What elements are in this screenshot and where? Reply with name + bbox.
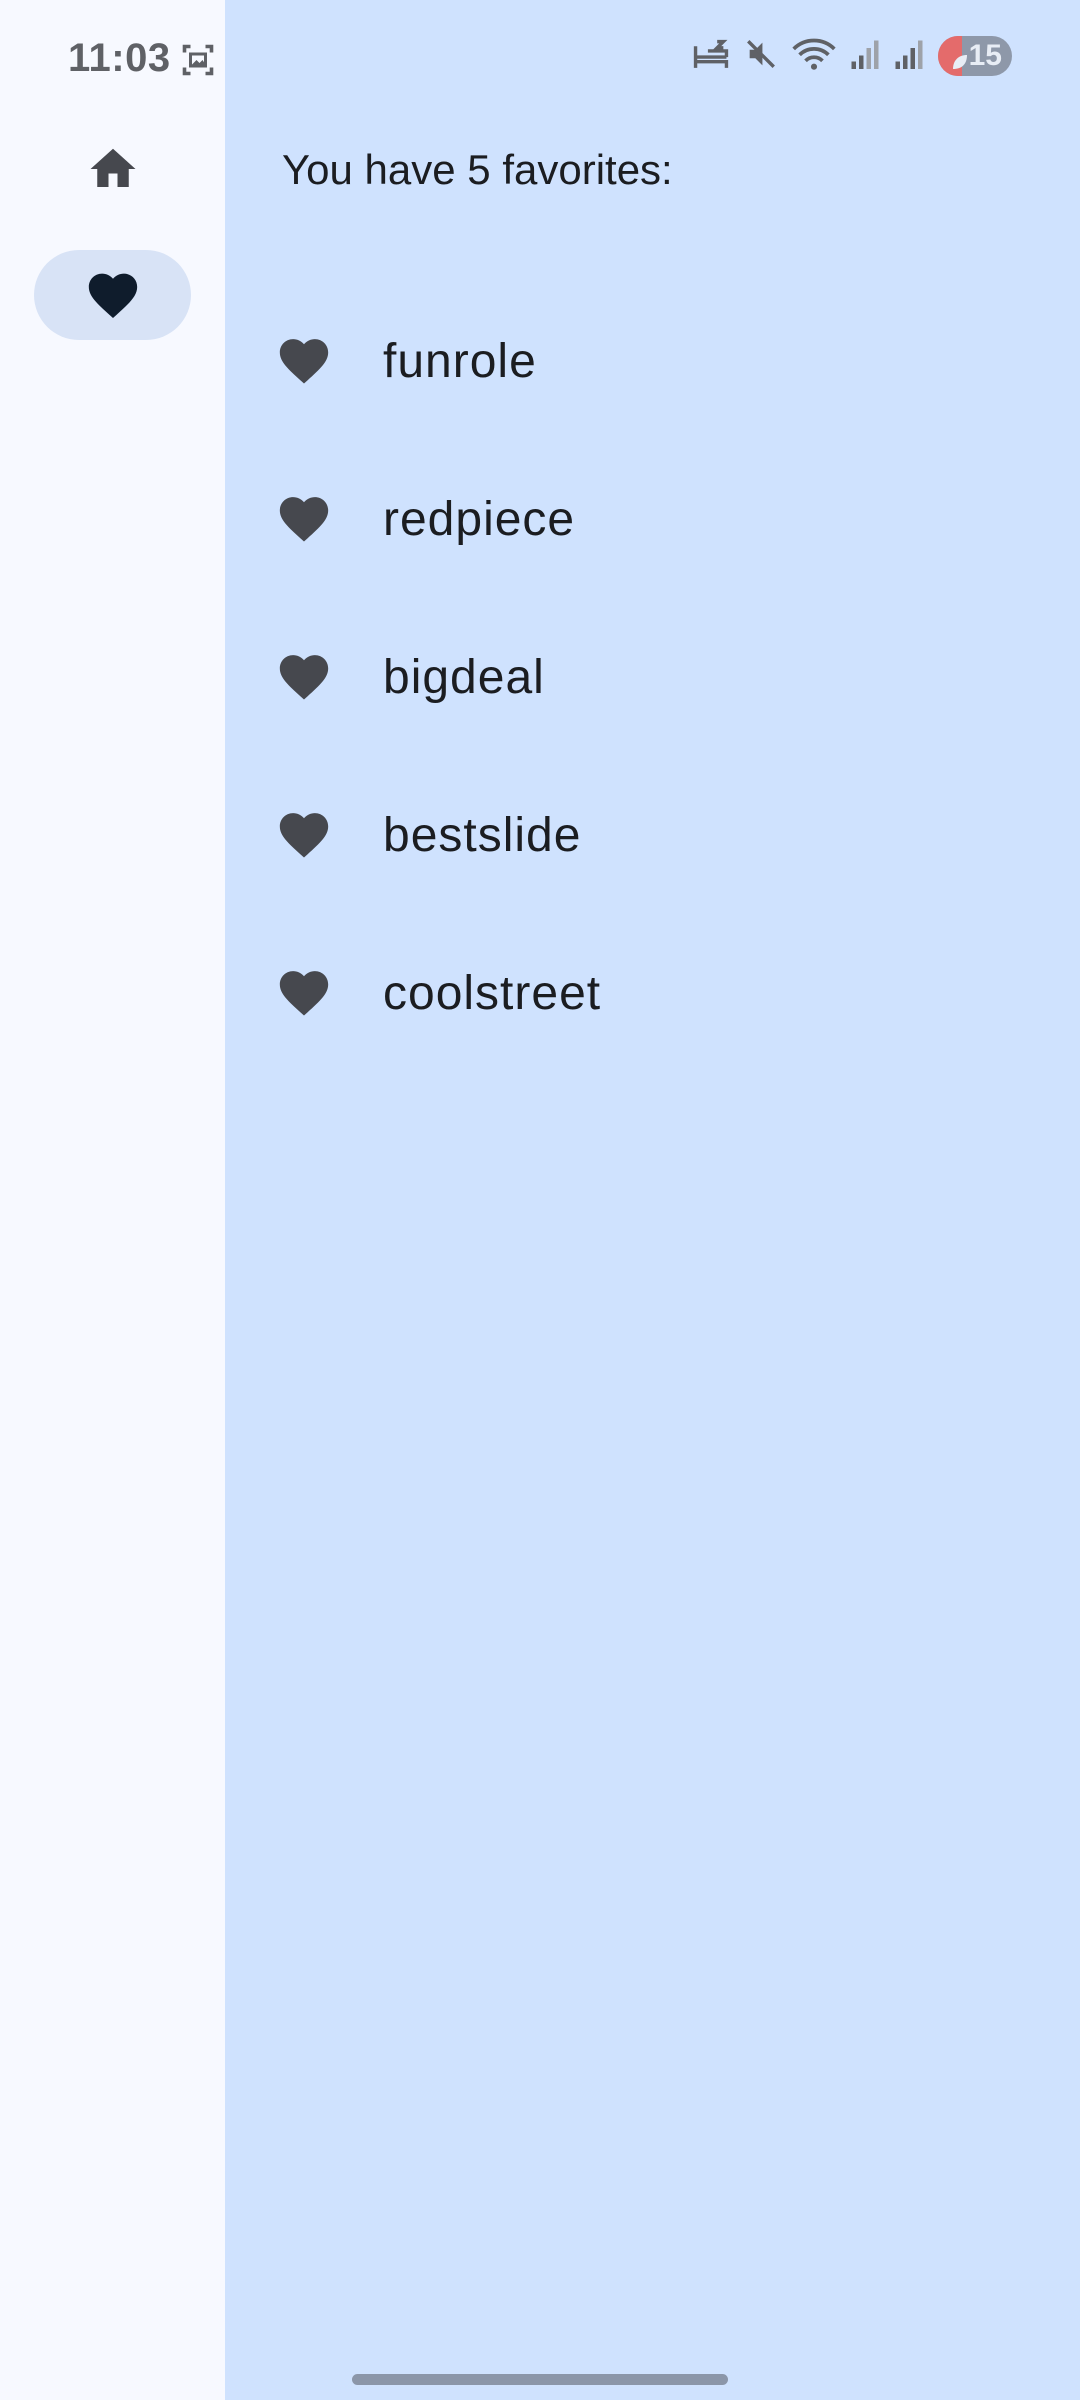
screenshot-icon (180, 42, 216, 83)
battery-saver-icon (950, 46, 970, 80)
nav-favorites-button[interactable] (34, 250, 191, 340)
signal-icon (894, 37, 924, 76)
nav-home-button[interactable] (34, 126, 191, 216)
battery-indicator: 15 (938, 36, 1012, 76)
list-item[interactable]: bigdeal (225, 598, 1080, 756)
home-icon (85, 142, 141, 201)
favorites-header: You have 5 favorites: (282, 146, 673, 193)
list-item[interactable]: funrole (225, 282, 1080, 440)
favorites-list: funrole redpiece bigdeal bestslide cools… (225, 282, 1080, 1072)
status-time: 11:03 (68, 36, 171, 80)
heart-icon (275, 332, 333, 391)
wifi-icon (792, 37, 836, 76)
list-item-label: funrole (383, 334, 537, 388)
list-item-label: redpiece (383, 492, 576, 546)
heart-icon (275, 964, 333, 1023)
heart-icon (275, 648, 333, 707)
sleep-icon (692, 37, 730, 76)
signal-icon (850, 37, 880, 76)
gesture-navigation-bar[interactable] (352, 2374, 728, 2385)
navigation-rail (0, 0, 225, 2400)
mute-icon (744, 37, 778, 76)
list-item[interactable]: redpiece (225, 440, 1080, 598)
heart-icon (275, 806, 333, 865)
battery-level: 15 (968, 39, 1002, 72)
heart-icon (275, 490, 333, 549)
heart-icon (84, 266, 142, 325)
list-item-label: bestslide (383, 808, 582, 862)
list-item-label: coolstreet (383, 966, 602, 1020)
list-item[interactable]: bestslide (225, 756, 1080, 914)
list-item-label: bigdeal (383, 650, 545, 704)
status-icons: 15 (692, 36, 1012, 76)
list-item[interactable]: coolstreet (225, 914, 1080, 1072)
